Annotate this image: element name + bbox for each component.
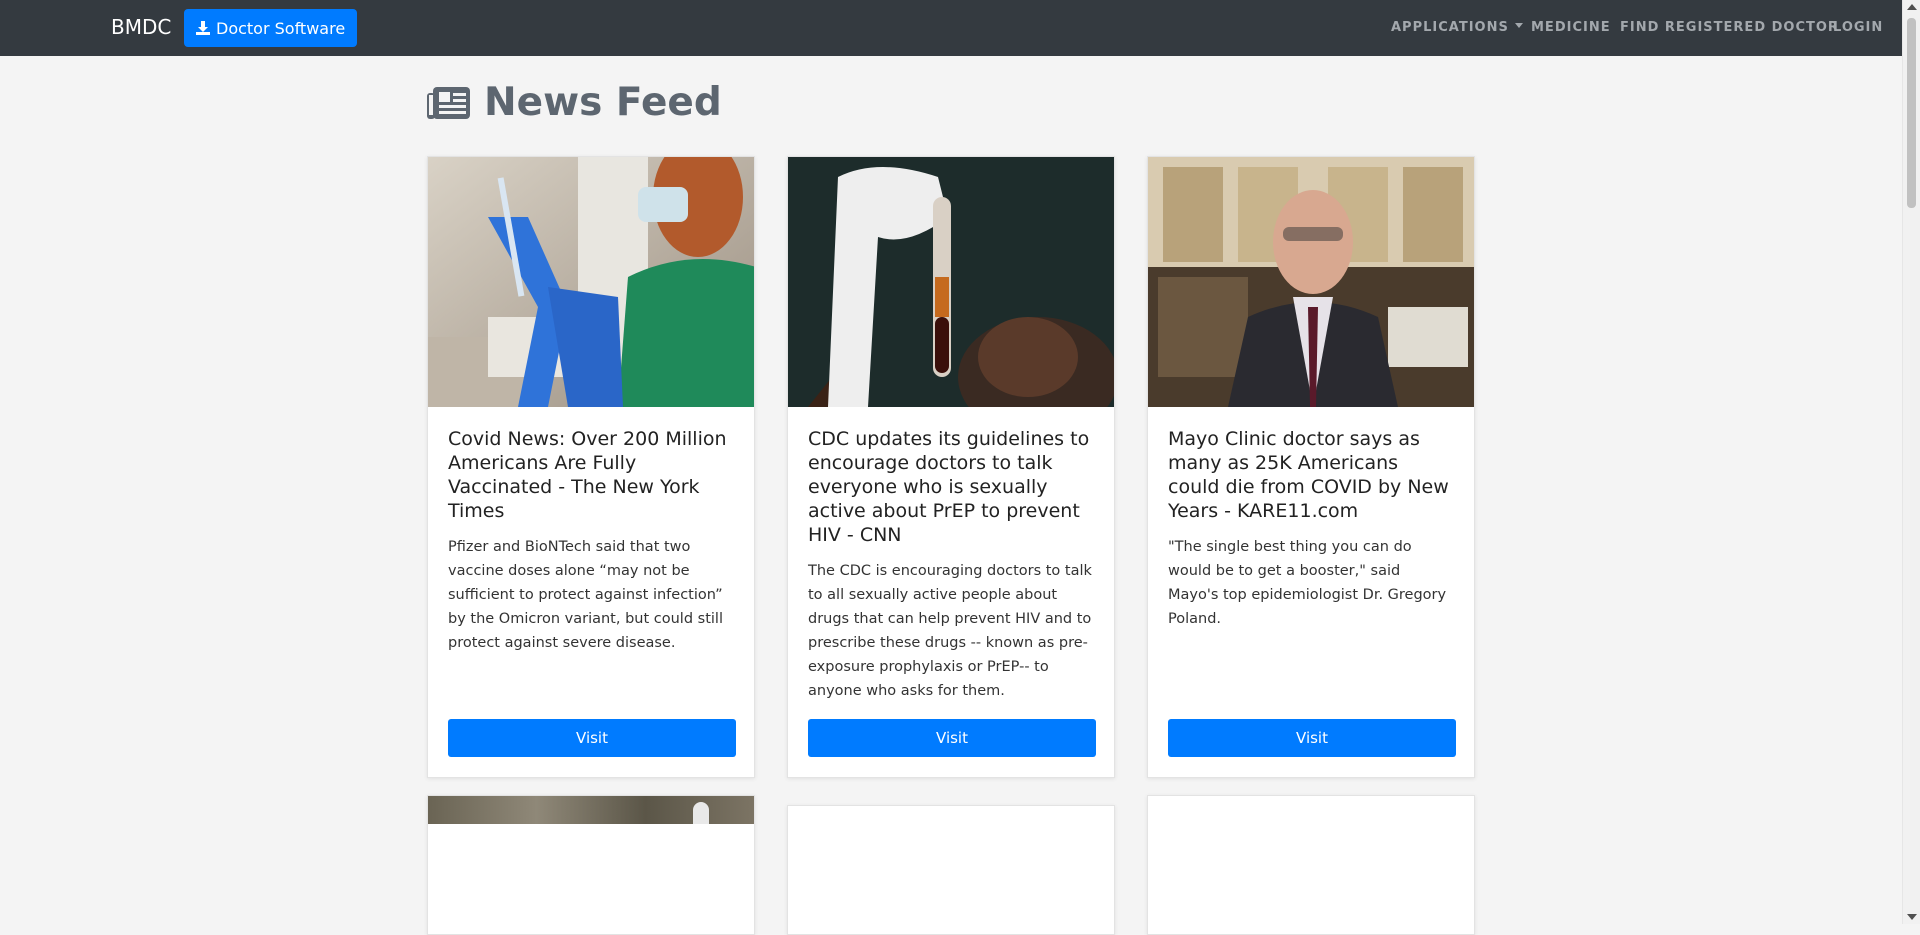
visit-button[interactable]: Visit bbox=[808, 719, 1096, 757]
news-card-title: Covid News: Over 200 Million Americans A… bbox=[448, 428, 727, 522]
visit-button[interactable]: Visit bbox=[1168, 719, 1456, 757]
scroll-thumb[interactable] bbox=[1907, 18, 1916, 208]
news-card-text: Pfizer and BioNTech said that two vaccin… bbox=[448, 539, 723, 651]
visit-button[interactable]: Visit bbox=[448, 719, 736, 757]
nav-login-link[interactable]: LOGIN bbox=[1833, 20, 1883, 35]
page-title-text: News Feed bbox=[484, 80, 722, 125]
newspaper-icon bbox=[427, 86, 470, 119]
doctor-software-button[interactable]: Doctor Software bbox=[184, 9, 358, 47]
brand-link[interactable]: BMDC bbox=[111, 15, 171, 39]
nav-medicine-link[interactable]: MEDICINE bbox=[1531, 20, 1611, 35]
news-card bbox=[787, 805, 1115, 935]
nav-applications-dropdown[interactable]: APPLICATIONS bbox=[1391, 20, 1523, 35]
news-card: CDC updates its guidelines to encourage … bbox=[787, 156, 1115, 778]
page-title: News Feed bbox=[426, 80, 722, 125]
news-card-title: Mayo Clinic doctor says as many as 25K A… bbox=[1168, 428, 1449, 522]
news-card-text: "The single best thing you can do would … bbox=[1168, 539, 1447, 627]
news-card bbox=[427, 795, 755, 935]
news-card-title: CDC updates its guidelines to encourage … bbox=[808, 428, 1090, 546]
news-image-partial bbox=[428, 796, 754, 824]
scroll-up-arrow-icon[interactable] bbox=[1907, 4, 1917, 10]
top-navbar: BMDC Doctor Software APPLICATIONS MEDICI… bbox=[0, 0, 1902, 56]
news-image-blood-tube bbox=[788, 157, 1114, 407]
page-scrollbar[interactable] bbox=[1902, 0, 1920, 924]
news-image-vaccine bbox=[428, 157, 754, 407]
news-card: Mayo Clinic doctor says as many as 25K A… bbox=[1147, 156, 1475, 778]
caret-down-icon bbox=[1514, 23, 1523, 28]
nav-applications-label: APPLICATIONS bbox=[1391, 20, 1509, 35]
news-card-text: The CDC is encouraging doctors to talk t… bbox=[808, 563, 1092, 699]
news-card: Covid News: Over 200 Million Americans A… bbox=[427, 156, 755, 778]
download-icon bbox=[196, 21, 210, 35]
nav-find-doctor-link[interactable]: FIND REGISTERED DOCTOR bbox=[1620, 20, 1839, 35]
doctor-software-label: Doctor Software bbox=[216, 18, 346, 38]
scroll-down-arrow-icon[interactable] bbox=[1907, 914, 1917, 920]
news-card bbox=[1147, 795, 1475, 935]
news-image-doctor-interview bbox=[1148, 157, 1474, 407]
